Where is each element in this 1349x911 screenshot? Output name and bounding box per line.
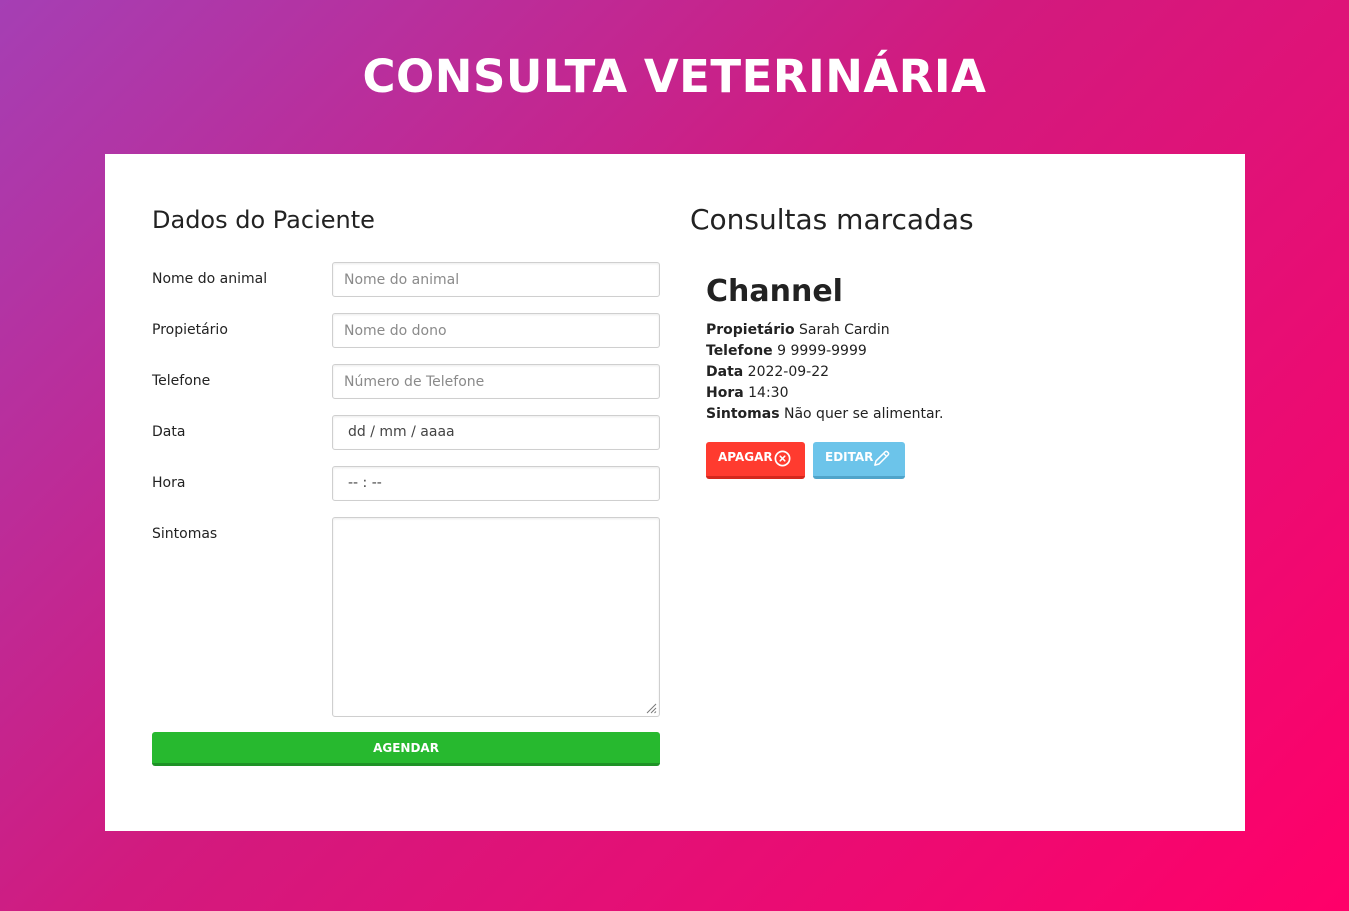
appointments-title: Consultas marcadas [690, 203, 974, 236]
date-value: 2022-09-22 [747, 364, 830, 380]
date-label: Data [152, 424, 186, 440]
date-line: Data 2022-09-22 [706, 362, 1206, 383]
pencil-icon [874, 450, 890, 466]
field-row-time: Hora -- : -- [152, 466, 660, 501]
animal-name-input[interactable] [332, 262, 660, 297]
symptoms-detail-label: Sintomas [706, 406, 780, 422]
phone-line: Telefone 9 9999-9999 [706, 341, 1206, 362]
phone-label: Telefone [152, 373, 211, 389]
appointment-details: Propietário Sarah Cardin Telefone 9 9999… [706, 320, 1206, 425]
field-row-symptoms: Sintomas [152, 517, 660, 717]
edit-button-label: EDITAR [825, 450, 874, 464]
owner-input[interactable] [332, 313, 660, 348]
phone-detail-label: Telefone [706, 343, 773, 359]
time-line: Hora 14:30 [706, 383, 1206, 404]
field-row-owner: Propietário [152, 313, 660, 348]
edit-button[interactable]: EDITAR [813, 442, 905, 479]
time-value: 14:30 [748, 385, 789, 401]
date-input[interactable]: dd / mm / aaaa [332, 415, 660, 450]
field-row-animal-name: Nome do animal [152, 262, 660, 297]
time-label: Hora [152, 475, 186, 491]
main-card: Dados do Paciente Nome do animal Propiet… [105, 154, 1245, 831]
field-row-phone: Telefone [152, 364, 660, 399]
symptoms-value: Não quer se alimentar. [783, 406, 944, 422]
schedule-button[interactable]: AGENDAR [152, 732, 660, 766]
owner-detail-label: Propietário [706, 322, 795, 338]
pet-name: Channel [706, 274, 843, 309]
owner-value: Sarah Cardin [799, 322, 890, 338]
owner-line: Propietário Sarah Cardin [706, 320, 1206, 341]
page-title: CONSULTA VETERINÁRIA [362, 50, 987, 103]
symptoms-line: Sintomas Não quer se alimentar. [706, 404, 1206, 425]
date-detail-label: Data [706, 364, 744, 380]
close-circle-icon [774, 450, 791, 467]
symptoms-textarea-wrap [332, 517, 660, 717]
owner-label: Propietário [152, 322, 228, 338]
appointment-card: Channel Propietário Sarah Cardin Telefon… [706, 274, 1206, 479]
time-input[interactable]: -- : -- [332, 466, 660, 501]
symptoms-textarea[interactable] [332, 517, 660, 717]
delete-button[interactable]: APAGAR [706, 442, 805, 479]
field-row-date: Data dd / mm / aaaa [152, 415, 660, 450]
symptoms-label: Sintomas [152, 526, 218, 542]
form-title: Dados do Paciente [152, 206, 375, 234]
phone-value: 9 9999-9999 [777, 343, 867, 359]
delete-button-label: APAGAR [718, 450, 773, 464]
phone-input[interactable] [332, 364, 660, 399]
animal-name-label: Nome do animal [152, 271, 268, 287]
time-detail-label: Hora [706, 385, 744, 401]
